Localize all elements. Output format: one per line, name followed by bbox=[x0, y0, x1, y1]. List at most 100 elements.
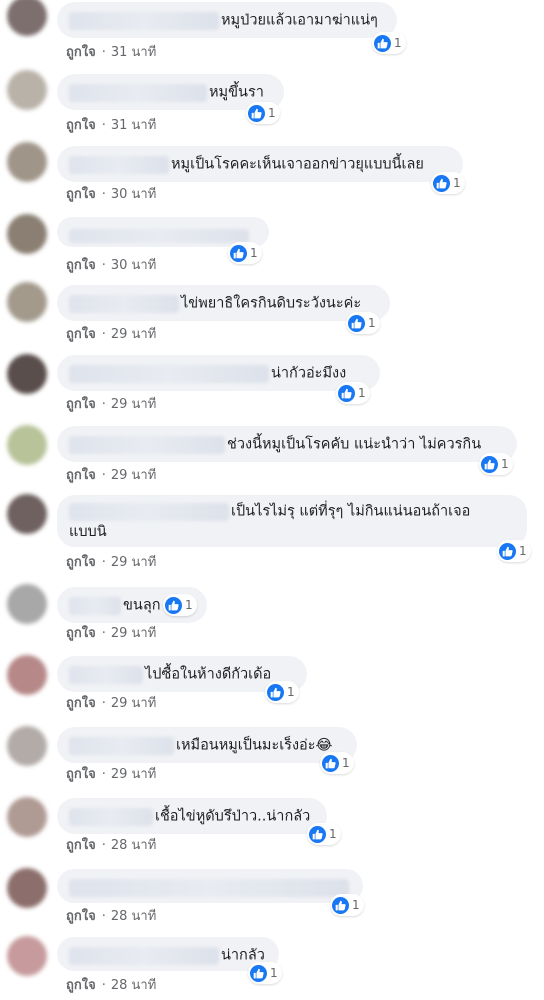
author-name-redacted[interactable] bbox=[69, 736, 174, 755]
like-button[interactable]: ถูกใจ bbox=[66, 767, 96, 782]
separator: · bbox=[101, 978, 106, 993]
avatar[interactable] bbox=[7, 425, 47, 465]
separator: · bbox=[101, 555, 106, 570]
comment-text: ไปซื้อในห้างดีกัวเด้อ bbox=[145, 666, 272, 683]
like-reaction-icon bbox=[481, 455, 498, 473]
avatar[interactable] bbox=[7, 142, 47, 182]
author-name-redacted[interactable] bbox=[69, 155, 169, 174]
avatar[interactable] bbox=[7, 0, 47, 36]
author-name-redacted[interactable] bbox=[69, 502, 229, 521]
avatar[interactable] bbox=[7, 494, 47, 534]
separator: · bbox=[101, 626, 106, 641]
like-button[interactable]: ถูกใจ bbox=[66, 258, 96, 273]
timestamp[interactable]: 29 นาที bbox=[111, 626, 156, 641]
reaction-count: 1 bbox=[368, 316, 376, 330]
like-button[interactable]: ถูกใจ bbox=[66, 187, 96, 202]
reaction-summary[interactable]: 1 bbox=[346, 312, 380, 334]
avatar[interactable] bbox=[7, 726, 47, 766]
author-name-redacted[interactable] bbox=[69, 435, 225, 454]
like-reaction-icon bbox=[499, 542, 516, 560]
comment-meta: ถูกใจ · 29 นาที bbox=[66, 323, 156, 344]
avatar[interactable] bbox=[7, 936, 47, 976]
avatar[interactable] bbox=[7, 584, 47, 624]
like-reaction-icon bbox=[433, 174, 450, 192]
separator: · bbox=[101, 258, 106, 273]
reaction-summary[interactable]: 1 bbox=[320, 752, 354, 774]
avatar[interactable] bbox=[7, 354, 47, 394]
avatar[interactable] bbox=[7, 214, 47, 254]
reaction-count: 1 bbox=[185, 598, 193, 612]
comment-bubble: เหมือนหมูเป็นมะเร็งอ่ะ😂 bbox=[57, 727, 357, 763]
comment-meta: ถูกใจ · 28 นาที bbox=[66, 905, 156, 926]
like-reaction-icon bbox=[338, 384, 355, 402]
like-button[interactable]: ถูกใจ bbox=[66, 909, 96, 924]
like-reaction-icon bbox=[332, 896, 349, 914]
timestamp[interactable]: 29 นาที bbox=[111, 767, 156, 782]
author-name-redacted[interactable] bbox=[69, 878, 349, 897]
reaction-count: 1 bbox=[270, 966, 278, 980]
reaction-summary[interactable]: 1 bbox=[497, 540, 531, 562]
author-name-redacted[interactable] bbox=[69, 946, 219, 965]
author-name-redacted[interactable] bbox=[69, 83, 207, 102]
like-button[interactable]: ถูกใจ bbox=[66, 838, 96, 853]
reaction-summary[interactable]: 1 bbox=[330, 894, 364, 916]
comment-text-continued: แบบนิ bbox=[69, 523, 107, 540]
avatar[interactable] bbox=[7, 797, 47, 837]
author-name-redacted[interactable] bbox=[69, 596, 121, 615]
comment-text: เป็นไรไม่รุ แต่ที่รุๆ ไม่กินแน่นอนถ้าเจอ bbox=[231, 503, 471, 520]
like-button[interactable]: ถูกใจ bbox=[66, 555, 96, 570]
reaction-summary[interactable]: 1 bbox=[246, 102, 280, 124]
author-name-redacted[interactable] bbox=[69, 228, 249, 243]
author-name-redacted[interactable] bbox=[69, 807, 153, 826]
like-button[interactable]: ถูกใจ bbox=[66, 327, 96, 342]
reaction-summary[interactable]: 1 bbox=[431, 172, 465, 194]
avatar[interactable] bbox=[7, 655, 47, 695]
reaction-summary[interactable]: 1 bbox=[163, 594, 197, 616]
avatar[interactable] bbox=[7, 868, 47, 908]
timestamp[interactable]: 29 นาที bbox=[111, 327, 156, 342]
timestamp[interactable]: 30 นาที bbox=[111, 258, 156, 273]
reaction-summary[interactable]: 1 bbox=[228, 242, 262, 264]
like-button[interactable]: ถูกใจ bbox=[66, 118, 96, 133]
like-reaction-icon bbox=[374, 34, 391, 52]
like-button[interactable]: ถูกใจ bbox=[66, 45, 96, 60]
timestamp[interactable]: 28 นาที bbox=[111, 978, 156, 993]
like-button[interactable]: ถูกใจ bbox=[66, 468, 96, 483]
comment-meta: ถูกใจ · 30 นาที bbox=[66, 183, 156, 204]
author-name-redacted[interactable] bbox=[69, 11, 219, 30]
reaction-summary[interactable]: 1 bbox=[248, 962, 282, 984]
timestamp[interactable]: 29 นาที bbox=[111, 696, 156, 711]
reaction-summary[interactable]: 1 bbox=[265, 681, 299, 703]
timestamp[interactable]: 29 นาที bbox=[111, 555, 156, 570]
avatar[interactable] bbox=[7, 282, 47, 322]
comment-text: หมูขึ้นรา bbox=[209, 84, 264, 101]
reaction-summary[interactable]: 1 bbox=[372, 32, 406, 54]
reaction-summary[interactable]: 1 bbox=[307, 823, 341, 845]
like-button[interactable]: ถูกใจ bbox=[66, 626, 96, 641]
reaction-count: 1 bbox=[342, 756, 350, 770]
timestamp[interactable]: 28 นาที bbox=[111, 838, 156, 853]
like-reaction-icon bbox=[230, 244, 247, 262]
like-button[interactable]: ถูกใจ bbox=[66, 978, 96, 993]
comment-text: เหมือนหมูเป็นมะเร็งอ่ะ😂 bbox=[176, 737, 333, 754]
like-button[interactable]: ถูกใจ bbox=[66, 696, 96, 711]
timestamp[interactable]: 29 นาที bbox=[111, 397, 156, 412]
timestamp[interactable]: 30 นาที bbox=[111, 187, 156, 202]
author-name-redacted[interactable] bbox=[69, 364, 269, 383]
author-name-redacted[interactable] bbox=[69, 665, 143, 684]
comment-meta: ถูกใจ · 29 นาที bbox=[66, 551, 156, 572]
avatar[interactable] bbox=[7, 70, 47, 110]
reaction-count: 1 bbox=[250, 246, 258, 260]
separator: · bbox=[101, 838, 106, 853]
reaction-summary[interactable]: 1 bbox=[479, 453, 513, 475]
timestamp[interactable]: 31 นาที bbox=[111, 118, 156, 133]
reaction-summary[interactable]: 1 bbox=[336, 382, 370, 404]
timestamp[interactable]: 28 นาที bbox=[111, 909, 156, 924]
like-reaction-icon bbox=[322, 754, 339, 772]
author-name-redacted[interactable] bbox=[69, 294, 179, 313]
timestamp[interactable]: 31 นาที bbox=[111, 45, 156, 60]
separator: · bbox=[101, 696, 106, 711]
comment-text: ขนลุก bbox=[123, 597, 161, 614]
timestamp[interactable]: 29 นาที bbox=[111, 468, 156, 483]
like-button[interactable]: ถูกใจ bbox=[66, 397, 96, 412]
